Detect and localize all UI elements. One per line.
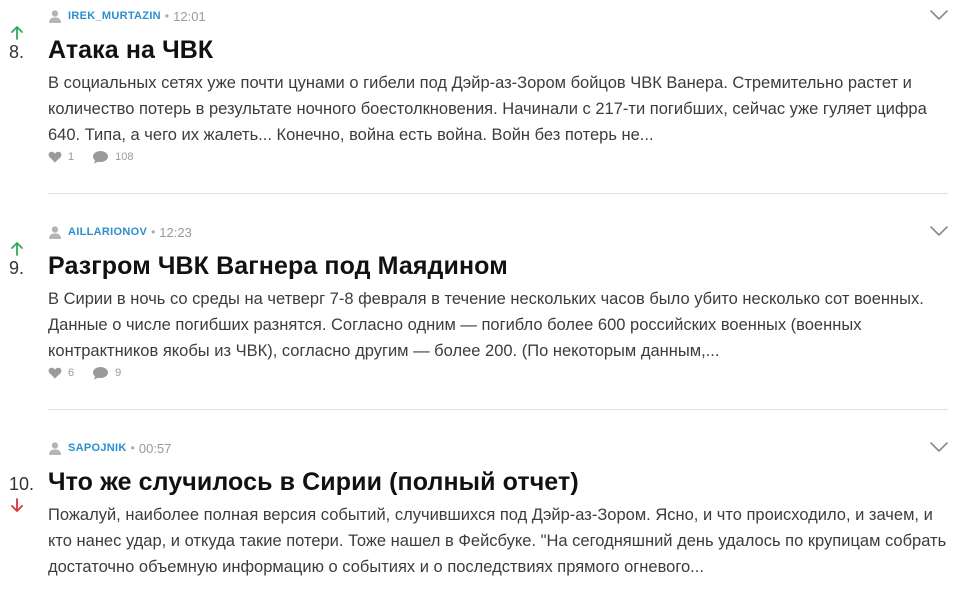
chevron-down-icon[interactable]: [929, 8, 949, 22]
post-meta: AILLARIONOV • 12:23: [48, 223, 192, 241]
comments-count: 108: [115, 151, 134, 163]
rank-number: 9.: [9, 258, 25, 278]
post-title[interactable]: Атака на ЧВК: [48, 36, 213, 65]
rank-number: 8.: [9, 42, 25, 62]
post-excerpt: Пожалуй, наиболее полная версия событий,…: [48, 506, 947, 576]
post-meta: SAPOJNIK • 00:57: [48, 439, 171, 457]
post-card: 8. IREK_MURTAZIN • 12:01 Атака на ЧВК В …: [0, 0, 965, 195]
post-card: 10. SAPOJNIK • 00:57 Что же случилось в …: [0, 432, 965, 604]
post-excerpt: В социальных сетях уже почти цунами о ги…: [48, 74, 927, 144]
heart-icon: [48, 367, 62, 379]
post-title[interactable]: Что же случилось в Сирии (полный отчет): [48, 468, 579, 497]
divider: [48, 409, 948, 410]
post-time: 12:23: [159, 224, 192, 240]
post-meta: IREK_MURTAZIN • 12:01: [48, 7, 206, 25]
user-icon: [48, 441, 62, 455]
author-link[interactable]: SAPOJNIK: [68, 442, 127, 454]
chevron-down-icon[interactable]: [929, 440, 949, 454]
meta-separator: •: [130, 441, 135, 455]
comment-icon: [93, 367, 109, 380]
post-excerpt: В Сирии в ночь со среды на четверг 7-8 ф…: [48, 290, 924, 360]
user-icon: [48, 225, 62, 239]
comments-stat[interactable]: 9: [92, 366, 121, 380]
comment-icon: [93, 151, 109, 164]
post-title[interactable]: Разгром ЧВК Вагнера под Маядином: [48, 252, 508, 281]
chevron-down-icon[interactable]: [929, 224, 949, 238]
divider: [48, 193, 948, 194]
post-time: 00:57: [138, 440, 172, 456]
post-stats: 6 9: [48, 366, 139, 380]
arrow-up-icon: [11, 242, 23, 256]
comments-stat[interactable]: 108: [92, 150, 133, 164]
heart-icon: [48, 151, 62, 163]
likes-count: 1: [68, 151, 75, 163]
author-link[interactable]: IREK_MURTAZIN: [68, 10, 161, 22]
likes-stat[interactable]: 6: [48, 367, 74, 379]
meta-separator: •: [151, 225, 156, 239]
meta-separator: •: [164, 9, 170, 23]
user-icon: [48, 9, 62, 23]
likes-stat[interactable]: 1: [48, 151, 74, 163]
arrow-up-icon: [11, 26, 23, 40]
author-link[interactable]: AILLARIONOV: [68, 226, 147, 238]
post-stats: 1 108: [48, 150, 151, 164]
post-feed: 8. IREK_MURTAZIN • 12:01 Атака на ЧВК В …: [0, 0, 965, 604]
rank-number: 10.: [9, 474, 35, 494]
post-card: 9. AILLARIONOV • 12:23 Разгром ЧВК Вагне…: [0, 216, 965, 410]
likes-count: 6: [68, 367, 75, 379]
post-time: 12:01: [173, 8, 206, 24]
comments-count: 9: [115, 367, 122, 379]
arrow-down-icon: [11, 498, 23, 512]
